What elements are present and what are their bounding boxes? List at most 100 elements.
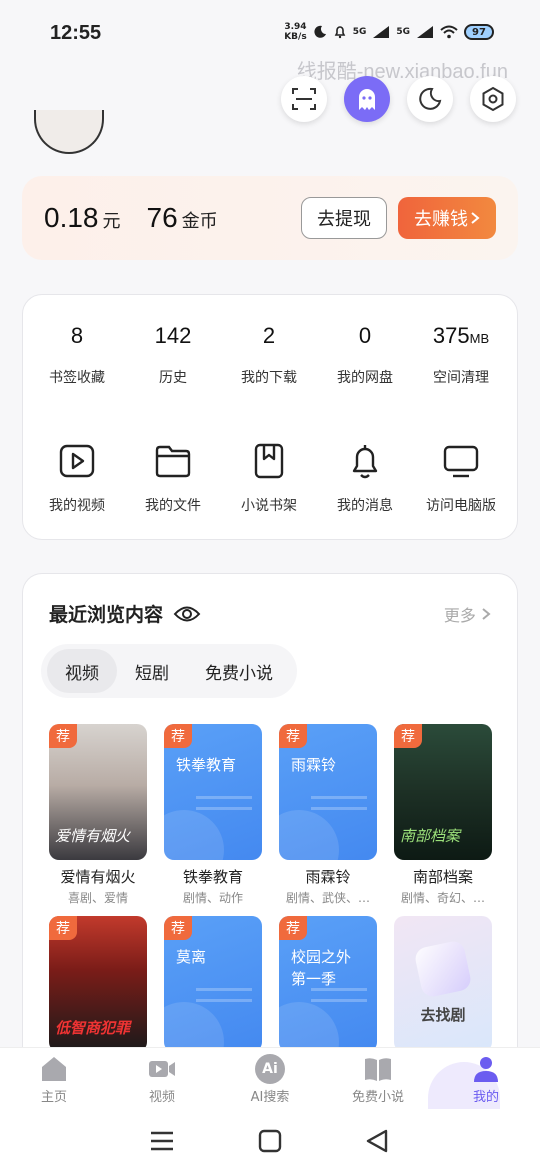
recommend-badge: 荐 — [164, 916, 192, 940]
poster-placeholder-title: 校园之外 第一季 — [291, 948, 352, 988]
poster-title: 南部档案 — [412, 868, 473, 886]
tab-short-drama[interactable]: 短剧 — [117, 649, 187, 693]
nav-video[interactable]: 视频 — [122, 1054, 202, 1105]
recent-card: 最近浏览内容 更多 视频 短剧 免费小说 荐 爱情有烟火 爱情有烟火 喜剧、爱情… — [22, 573, 518, 1053]
menu-icon[interactable] — [148, 1127, 176, 1155]
find-drama-card[interactable]: 去找剧 — [394, 916, 492, 1052]
status-icons: 3.94 KB/s 5G 5G 97 — [284, 22, 494, 42]
tool-label: 我的文件 — [145, 498, 201, 514]
battery-icon: 97 — [464, 24, 494, 40]
tool-label: 我的视频 — [49, 498, 105, 514]
nav-home[interactable]: 主页 — [14, 1054, 94, 1105]
stat-value: 142 — [154, 323, 192, 348]
poster-yulinling[interactable]: 荐 雨霖铃 — [279, 724, 377, 860]
dark-mode-button[interactable] — [407, 76, 453, 122]
poster-placeholder-title: 雨霖铃 — [291, 756, 337, 774]
tab-video[interactable]: 视频 — [47, 649, 117, 693]
stat-cloud-drive[interactable]: 0 我的网盘 — [317, 323, 413, 387]
recommend-badge: 荐 — [164, 724, 192, 748]
nav-free-novel[interactable]: 免费小说 — [338, 1054, 418, 1105]
poster-dizhishang[interactable]: 荐 低智商犯罪 — [49, 916, 147, 1052]
coin-unit: 金币 — [181, 211, 218, 232]
tool-label: 访问电脑版 — [426, 498, 496, 514]
poster-caption: 爱情有烟火 喜剧、爱情 — [49, 866, 147, 906]
content-tabs: 视频 短剧 免费小说 — [41, 644, 297, 698]
nav-label: 视频 — [148, 1090, 175, 1105]
back-icon[interactable] — [364, 1127, 392, 1155]
tab-free-novel[interactable]: 免费小说 — [187, 649, 291, 693]
status-time: 12:55 — [50, 22, 102, 44]
poster-decor — [311, 796, 367, 810]
poster-decor — [196, 796, 252, 810]
yuan-value[interactable]: 0.18 — [44, 202, 99, 234]
tool-my-messages[interactable]: 我的消息 — [317, 441, 413, 515]
poster-xiaoyuan[interactable]: 荐 校园之外 第一季 — [279, 916, 377, 1052]
stat-bookmarks[interactable]: 8 书签收藏 — [29, 323, 125, 387]
home-square-icon[interactable] — [256, 1127, 284, 1155]
system-nav-bar — [0, 1109, 540, 1173]
stat-label: 历史 — [159, 370, 187, 386]
stat-storage-clean[interactable]: 375MB 空间清理 — [413, 323, 509, 387]
poster-art-text: 爱情有烟火 — [55, 827, 131, 845]
stat-label: 我的下载 — [241, 370, 297, 386]
nav-label: 主页 — [40, 1090, 67, 1105]
poster-genre: 剧情、武侠、… — [285, 891, 370, 905]
withdraw-button[interactable]: 去提现 — [301, 197, 387, 239]
poster-tiequan[interactable]: 荐 铁拳教育 — [164, 724, 262, 860]
recommend-badge: 荐 — [279, 724, 307, 748]
tool-desktop-version[interactable]: 访问电脑版 — [413, 441, 509, 515]
wifi-icon — [440, 25, 458, 39]
poster-title: 铁拳教育 — [182, 868, 243, 886]
recommend-badge: 荐 — [279, 916, 307, 940]
wallet-card: 0.18 元 76 金币 去提现 去赚钱 — [22, 176, 518, 260]
ghost-button[interactable] — [344, 76, 390, 122]
alarm-icon — [334, 26, 345, 39]
poster-moli[interactable]: 荐 莫离 — [164, 916, 262, 1052]
bell-icon — [352, 445, 378, 479]
avatar[interactable] — [34, 110, 104, 154]
withdraw-label: 去提现 — [317, 209, 371, 230]
chevron-right-icon — [471, 212, 480, 224]
eye-icon[interactable] — [173, 604, 201, 624]
net-5g-label-2: 5G — [396, 27, 410, 37]
poster-nanbu[interactable]: 荐 南部档案 — [394, 724, 492, 860]
scan-button[interactable] — [281, 76, 327, 122]
tool-my-videos[interactable]: 我的视频 — [29, 441, 125, 515]
home-icon — [42, 1057, 66, 1081]
poster-aiqing[interactable]: 荐 爱情有烟火 — [49, 724, 147, 860]
stat-value: 2 — [262, 323, 276, 348]
poster-art-text: 南部档案 — [400, 827, 461, 845]
tool-my-files[interactable]: 我的文件 — [125, 441, 221, 515]
stat-downloads[interactable]: 2 我的下载 — [221, 323, 317, 387]
earn-button[interactable]: 去赚钱 — [398, 197, 496, 239]
poster-decor — [279, 810, 339, 860]
poster-decor — [196, 988, 252, 1002]
more-label: 更多 — [443, 606, 476, 625]
more-link[interactable]: 更多 — [444, 602, 491, 626]
stat-history[interactable]: 142 历史 — [125, 323, 221, 387]
user-icon — [474, 1057, 498, 1082]
find-drama-label: 去找剧 — [420, 1006, 466, 1024]
poster-decor — [164, 810, 224, 860]
coin-value[interactable]: 76 — [147, 202, 178, 234]
nav-ai-search[interactable]: Ai AI搜索 — [230, 1054, 310, 1105]
network-speed: 3.94 KB/s — [284, 22, 307, 42]
poster-placeholder-title: 莫离 — [176, 948, 207, 966]
stat-label: 空间清理 — [433, 370, 489, 386]
recent-title: 最近浏览内容 — [49, 600, 201, 627]
tool-novel-shelf[interactable]: 小说书架 — [221, 441, 317, 515]
stat-value: 0 — [358, 323, 372, 348]
ai-icon: Ai — [255, 1054, 285, 1084]
settings-button[interactable] — [470, 76, 516, 122]
poster-caption: 南部档案 剧情、奇幻、… — [394, 866, 492, 906]
poster-decor — [311, 988, 367, 1002]
signal-icon — [373, 26, 390, 38]
yuan-unit: 元 — [102, 211, 121, 232]
recommend-badge: 荐 — [49, 916, 77, 940]
wallet-amount: 0.18 元 76 金币 — [44, 202, 240, 234]
folder-icon — [155, 445, 191, 478]
stat-value: 8 — [70, 323, 84, 348]
moon-status-icon — [314, 25, 326, 38]
nav-me[interactable]: 我的 — [446, 1054, 526, 1105]
poster-art-text: 低智商犯罪 — [55, 1019, 131, 1037]
